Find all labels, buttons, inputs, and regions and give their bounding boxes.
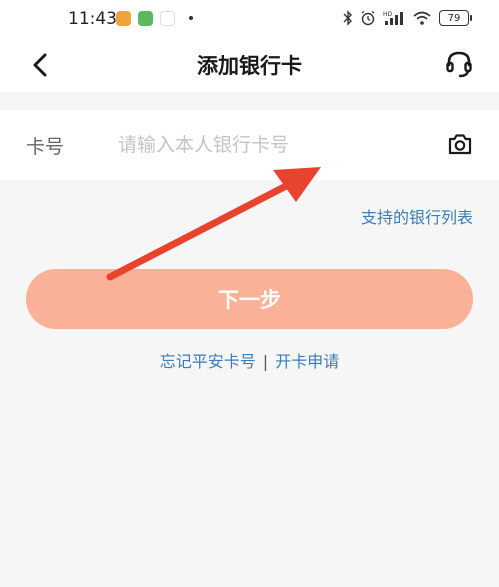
app-notification-icon xyxy=(116,11,131,26)
wifi-icon xyxy=(413,11,431,25)
signal-icon: HD xyxy=(383,11,403,25)
more-notifications-dot xyxy=(189,16,193,20)
card-number-input[interactable] xyxy=(118,128,418,162)
svg-text:HD: HD xyxy=(383,11,393,18)
navigation-bar: 添加银行卡 xyxy=(0,38,499,92)
headset-icon[interactable] xyxy=(443,48,475,80)
battery-icon: 79 xyxy=(439,10,472,26)
status-icons: HD 79 xyxy=(343,8,472,28)
footer-links: 忘记平安卡号 | 开卡申请 xyxy=(0,348,499,372)
apply-card-link[interactable]: 开卡申请 xyxy=(275,352,339,371)
bluetooth-icon xyxy=(343,10,352,26)
card-number-row: 卡号 xyxy=(0,110,499,180)
forgot-card-number-link[interactable]: 忘记平安卡号 xyxy=(160,352,256,371)
status-time: 11:43 xyxy=(68,9,117,29)
card-number-label: 卡号 xyxy=(26,136,65,158)
page-title: 添加银行卡 xyxy=(197,54,302,78)
camera-icon[interactable] xyxy=(447,132,473,156)
next-step-button[interactable]: 下一步 xyxy=(26,269,473,329)
supported-banks-link[interactable]: 支持的银行列表 xyxy=(361,204,473,228)
battery-level: 79 xyxy=(447,12,461,24)
download-notification-icon xyxy=(138,11,153,26)
app-58-icon xyxy=(160,11,175,26)
footer-separator: | xyxy=(262,352,269,371)
status-bar: 11:43 HD 79 xyxy=(0,0,499,38)
alarm-icon xyxy=(361,10,375,26)
